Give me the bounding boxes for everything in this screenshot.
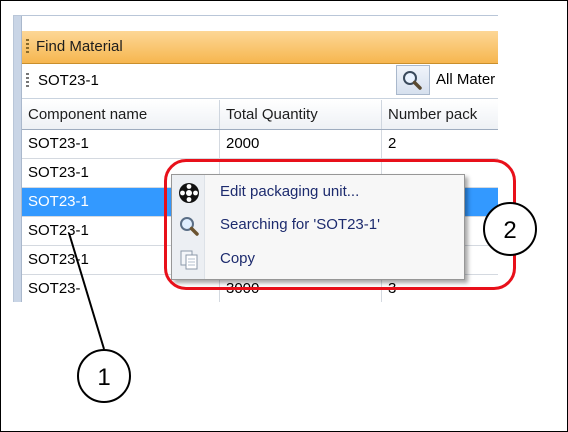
callout-1-leader-line	[68, 232, 105, 350]
callout-1-number: 1	[97, 364, 110, 391]
callout-2-number: 2	[503, 217, 516, 244]
annotation-overlay: 1 2	[68, 202, 537, 403]
figure-frame: Find Material All Mater Component name T…	[0, 0, 568, 432]
